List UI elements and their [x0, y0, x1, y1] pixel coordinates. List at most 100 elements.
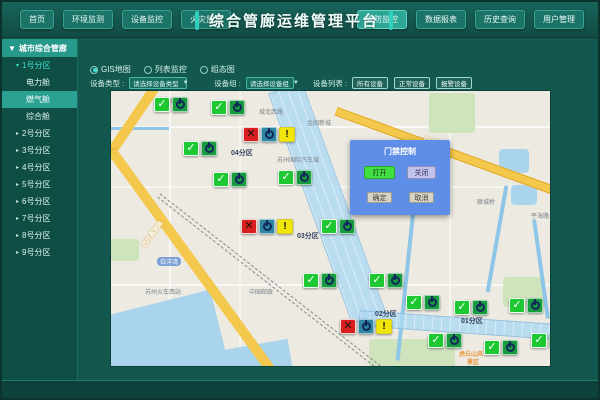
map-label-苏州火车西站: 苏州火车西站 — [145, 287, 181, 296]
status-ok-icon: ✓ — [303, 273, 319, 288]
nav-button-首页[interactable]: 首页 — [20, 10, 54, 29]
cancel-button[interactable]: 取消 — [409, 192, 434, 203]
status-ok-icon: ✓ — [509, 298, 525, 313]
map-label-城北西路: 城北西路 — [259, 107, 283, 116]
sidebar-item-9号分区[interactable]: ▸9号分区 — [2, 244, 77, 261]
status-ok-icon: ✓ — [484, 340, 500, 355]
section-label-02分区: 02分区 — [375, 309, 397, 319]
title-decor-left — [195, 11, 199, 30]
gis-map[interactable]: 长浒大桥城北西路金阊新城苏州国际汽车城联城桥平海路苏州火车西站中国邮政白洋湾虎丘… — [110, 90, 551, 367]
device-marker-alarm[interactable]: ✕! — [340, 319, 392, 334]
sidebar-item-7号分区[interactable]: ▸7号分区 — [2, 210, 77, 227]
title-wrap: 综合管廊运维管理平台 — [195, 2, 393, 38]
sidebar-item-6号分区[interactable]: ▸6号分区 — [2, 193, 77, 210]
power-glyph — [450, 336, 459, 345]
power-glyph — [205, 144, 214, 153]
power-glyph — [506, 343, 515, 352]
sidebar-item-8号分区[interactable]: ▸8号分区 — [2, 227, 77, 244]
bottom-status-strip — [2, 380, 598, 400]
map-park — [429, 93, 475, 133]
device-marker-normal[interactable]: ✓ — [454, 300, 488, 315]
chevron-down-icon: ▾ — [16, 62, 19, 69]
power-glyph — [235, 175, 244, 184]
sidebar-item-燃气舱[interactable]: 燃气舱 — [2, 91, 77, 108]
view-mode-label: 组态图 — [211, 64, 235, 75]
sidebar-item-4号分区[interactable]: ▸4号分区 — [2, 159, 77, 176]
status-fault-icon: ✕ — [340, 319, 356, 334]
device-marker-normal[interactable]: ✓ — [278, 170, 312, 185]
device-marker-normal[interactable]: ✓ — [183, 141, 217, 156]
device-marker-normal[interactable]: ✓ — [369, 273, 403, 288]
door-close-button[interactable]: 关闭 — [407, 166, 436, 179]
sidebar-item-电力舱[interactable]: 电力舱 — [2, 74, 77, 91]
nav-button-用户管理[interactable]: 用户管理 — [534, 10, 584, 29]
caret-down-icon: ▼ — [183, 80, 189, 86]
view-mode-列表监控[interactable]: 列表监控 — [144, 64, 187, 75]
view-mode-GIS地图[interactable]: GIS地图 — [90, 64, 131, 75]
device-marker-normal[interactable]: ✓ — [213, 172, 247, 187]
sidebar-item-2号分区[interactable]: ▸2号分区 — [2, 125, 77, 142]
radio-icon — [200, 66, 208, 74]
status-ok-icon: ✓ — [454, 300, 470, 315]
view-mode-组态图[interactable]: 组态图 — [200, 64, 235, 75]
map-label-金阊新城: 金阊新城 — [307, 118, 331, 127]
chevron-down-icon: ▼ — [8, 44, 16, 53]
device-marker-normal[interactable]: ✓ — [211, 100, 245, 115]
chevron-right-icon: ▸ — [16, 181, 19, 188]
device-list-button-正常设备[interactable]: 正常设备 — [394, 77, 430, 89]
nav-button-数据报表[interactable]: 数据报表 — [416, 10, 466, 29]
sidebar-root-node[interactable]: ▼ 城市综合管廊 — [2, 39, 77, 57]
device-type-select[interactable]: 请选择设备类型 ▼ — [129, 77, 187, 89]
door-open-button[interactable]: 打开 — [364, 166, 395, 179]
device-list-button-所有设备[interactable]: 所有设备 — [352, 77, 388, 89]
device-list-button-报警设备[interactable]: 报警设备 — [436, 77, 472, 89]
status-ok-icon: ✓ — [406, 295, 422, 310]
device-group-label: 设备组 : — [214, 78, 241, 89]
app-window: 首页环境监测设备监控火灾监测 综合管廊运维管理平台 安防监控数据报表历史查询用户… — [0, 0, 600, 400]
nav-button-历史查询[interactable]: 历史查询 — [475, 10, 525, 29]
power-icon — [261, 127, 277, 142]
sidebar-item-label: 5号分区 — [22, 179, 50, 190]
view-mode-switch: GIS地图 列表监控 组态图 — [90, 64, 235, 75]
sidebar-item-1号分区[interactable]: ▾1号分区 — [2, 57, 77, 74]
chevron-right-icon: ▸ — [16, 164, 19, 171]
status-fault-icon: ✕ — [243, 127, 259, 142]
power-icon — [259, 219, 275, 234]
device-marker-normal[interactable]: ✓ — [531, 333, 551, 348]
device-marker-normal[interactable]: ✓ — [428, 333, 462, 348]
device-group-select[interactable]: 请选择设备组 ▼ — [246, 77, 294, 89]
status-fault-icon: ✕ — [241, 219, 257, 234]
sidebar-item-3号分区[interactable]: ▸3号分区 — [2, 142, 77, 159]
confirm-button[interactable]: 确定 — [367, 192, 392, 203]
view-mode-label: 列表监控 — [155, 64, 187, 75]
power-glyph — [476, 303, 485, 312]
page-title: 综合管廊运维管理平台 — [209, 10, 379, 31]
power-icon — [446, 333, 462, 348]
sidebar-item-5号分区[interactable]: ▸5号分区 — [2, 176, 77, 193]
nav-button-环境监测[interactable]: 环境监测 — [63, 10, 113, 29]
section-label-01分区: 01分区 — [461, 316, 483, 326]
sidebar-item-综合舱[interactable]: 综合舱 — [2, 108, 77, 125]
device-marker-normal[interactable]: ✓ — [321, 219, 355, 234]
device-type-value: 请选择设备类型 — [133, 78, 179, 88]
power-glyph — [428, 298, 437, 307]
device-marker-alarm[interactable]: ✕! — [241, 219, 293, 234]
sidebar-item-label: 3号分区 — [22, 145, 50, 156]
sidebar-item-label: 6号分区 — [22, 196, 50, 207]
device-marker-normal[interactable]: ✓ — [484, 340, 518, 355]
status-ok-icon: ✓ — [321, 219, 337, 234]
power-icon — [387, 273, 403, 288]
device-marker-alarm[interactable]: ✕! — [243, 127, 295, 142]
power-icon — [527, 298, 543, 313]
device-marker-normal[interactable]: ✓ — [509, 298, 543, 313]
device-marker-normal[interactable]: ✓ — [303, 273, 337, 288]
device-marker-normal[interactable]: ✓ — [154, 97, 188, 112]
nav-button-设备监控[interactable]: 设备监控 — [122, 10, 172, 29]
power-glyph — [265, 130, 274, 139]
device-marker-normal[interactable]: ✓ — [406, 295, 440, 310]
power-glyph — [176, 100, 185, 109]
filter-row: 设备类型 : 请选择设备类型 ▼ 设备组 : 请选择设备组 ▼ 设备列表 : 所… — [90, 77, 472, 89]
device-list-filters: 所有设备正常设备报警设备 — [352, 77, 472, 89]
chevron-right-icon: ▸ — [16, 130, 19, 137]
map-label-苏州国际汽车城: 苏州国际汽车城 — [277, 155, 319, 164]
